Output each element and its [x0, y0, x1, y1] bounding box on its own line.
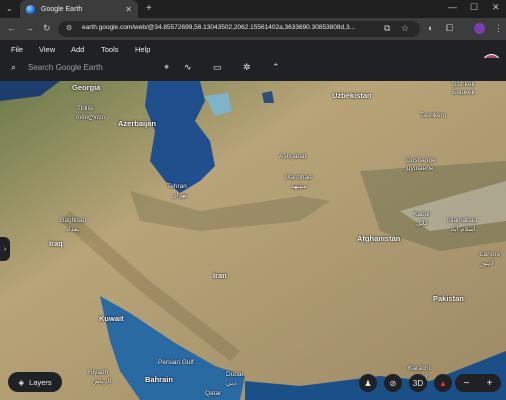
label-mashhad: Mashhad [285, 174, 312, 181]
browser-profile-avatar[interactable] [474, 23, 485, 34]
label-tehran-native: تهران [172, 192, 187, 199]
label-iran: Iran [213, 271, 227, 280]
label-baghdad-native: بغداد [66, 226, 80, 233]
label-karachi: Karachi [408, 365, 431, 372]
label-azerbaijan: Azerbaijan [118, 119, 156, 128]
bookmark-star-icon[interactable]: ☆ [401, 23, 409, 34]
label-afghanistan: Afghanistan [357, 234, 401, 243]
url-text[interactable]: earth.google.com/web/@34.85572699,56.130… [82, 24, 378, 31]
reload-icon[interactable]: ↻ [43, 23, 51, 34]
install-app-icon[interactable]: ⧉ [384, 23, 390, 34]
label-qatar: Qatar [205, 390, 222, 397]
label-lahore: Lahore [480, 251, 501, 258]
extensions-puzzle-icon[interactable]: ⧠ [446, 23, 453, 34]
placemark-icon[interactable]: ⌖ [164, 62, 169, 73]
label-dubai-native: دبي [226, 380, 237, 387]
satellite-tools-icon[interactable]: ✲ [243, 62, 251, 73]
label-islamabad: Islamabad [447, 217, 477, 224]
label-georgia: Georgia [72, 83, 101, 92]
terrain-imagery [0, 81, 506, 400]
label-persian-gulf: Persian Gulf [158, 359, 194, 366]
path-icon[interactable]: ∿ [184, 62, 192, 73]
label-tashkent: Tashkent [420, 112, 447, 119]
collapse-chevron-icon[interactable]: ⌃ [272, 62, 280, 73]
search-icon: ⌕ [11, 62, 17, 72]
hide-imagery-icon[interactable]: ⊘ [384, 374, 402, 392]
zoom-control: − + [455, 374, 501, 392]
search-input[interactable]: Search Google Earth [28, 63, 103, 72]
expand-panel-icon[interactable]: › [0, 237, 10, 261]
site-info-icon[interactable]: ⚙ [66, 24, 72, 32]
google-earth-favicon-icon [26, 4, 35, 14]
layers-label: Layers [29, 377, 52, 387]
menu-help[interactable]: Help [135, 45, 150, 54]
label-tbilisi: Tbilisi [77, 105, 94, 112]
label-tehran: Tehran [167, 183, 187, 190]
label-ashgabat: Ashgabat [279, 153, 307, 160]
close-window-icon[interactable]: ✕ [492, 2, 500, 13]
label-mashhad-native: مشهد [291, 183, 307, 190]
label-bahrain: Bahrain [145, 375, 173, 384]
label-kabul: Kabul [413, 211, 430, 218]
tab-search-icon[interactable]: ⌄ [6, 4, 13, 13]
label-lahore-native: لاہور [480, 260, 495, 267]
label-dubai: Dubai [226, 371, 243, 378]
back-icon[interactable]: ← [7, 23, 16, 33]
tab-title: Google Earth [41, 5, 83, 13]
new-tab-icon[interactable]: + [146, 3, 152, 14]
label-baghdad: Baghdad [60, 217, 87, 224]
earth-map-view[interactable]: Georgia Tbilisi თბილისი Azerbaijan Uzbek… [0, 81, 506, 400]
menu-add[interactable]: Add [71, 45, 84, 54]
menu-view[interactable]: View [39, 45, 55, 54]
maximize-icon[interactable]: ☐ [470, 2, 478, 13]
label-tbilisi-native: თბილისი [76, 114, 105, 121]
menu-tools[interactable]: Tools [101, 45, 119, 54]
label-riyadh: Riyadh [88, 369, 109, 376]
label-iraq: Iraq [49, 239, 63, 248]
label-kuwait: Kuwait [99, 314, 124, 323]
browser-tab[interactable]: Google Earth ✕ [20, 0, 138, 18]
layers-icon: ◈ [18, 377, 25, 387]
zoom-in-button[interactable]: + [487, 378, 493, 389]
label-islamabad-native: اسلام آباد [450, 226, 476, 233]
compass-icon[interactable]: ▲ [434, 374, 452, 392]
browser-menu-icon[interactable]: ⋮ [494, 23, 503, 34]
layers-button[interactable]: ◈ Layers [8, 372, 62, 392]
extension-icon[interactable]: ◐ [428, 23, 433, 33]
zoom-out-button[interactable]: − [464, 378, 470, 389]
close-tab-icon[interactable]: ✕ [125, 5, 132, 14]
menu-file[interactable]: File [11, 45, 23, 54]
measure-ruler-icon[interactable]: ▭ [213, 62, 222, 73]
label-uzbekistan: Uzbekistan [332, 91, 372, 100]
minimize-icon[interactable]: — [448, 2, 457, 12]
toggle-3d-button[interactable]: 3D [409, 374, 427, 392]
label-bishkek-native: Бишкек [452, 89, 475, 96]
label-bishkek: Bishkek [452, 81, 475, 88]
label-dushanbe: Dushanbe [406, 157, 436, 164]
pegman-icon[interactable]: ♟ [359, 374, 377, 392]
label-kabul-native: کابل [416, 220, 428, 227]
label-dushanbe-native: Душанбе [406, 165, 434, 172]
label-riyadh-native: الرياض [92, 378, 112, 385]
label-pakistan: Pakistan [433, 294, 464, 303]
forward-icon[interactable]: → [25, 23, 34, 33]
